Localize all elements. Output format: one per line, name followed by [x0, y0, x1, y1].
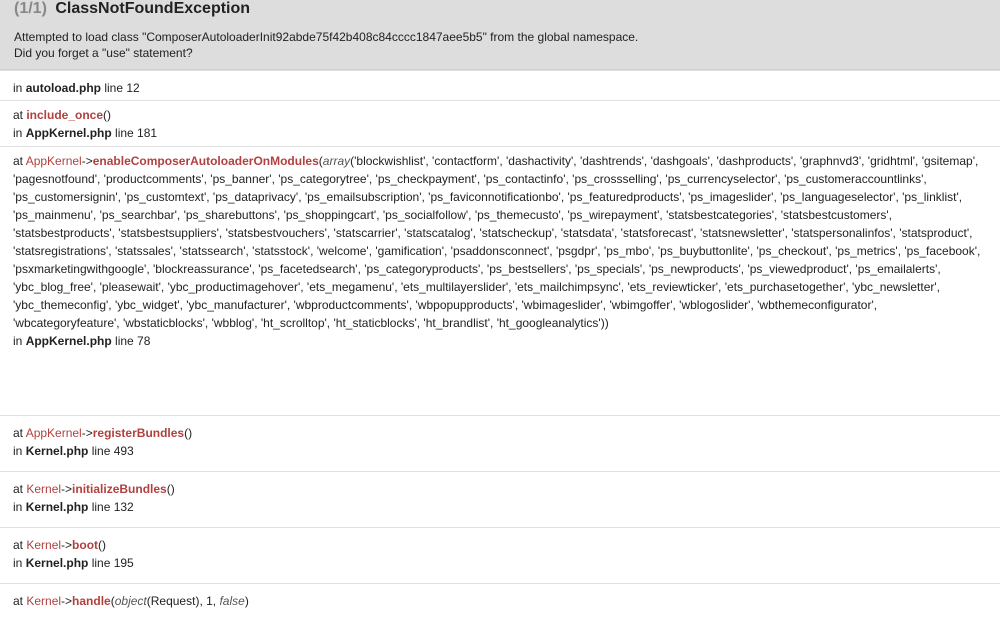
frame-location: in Kernel.php line 132 — [13, 498, 987, 516]
frame-call: at Kernel->boot() — [13, 536, 987, 554]
call-args: () — [184, 426, 193, 440]
location-prefix: in — [13, 81, 26, 95]
object-keyword: object — [114, 594, 147, 608]
trace-frame-2: at include_once() in AppKernel.php line … — [0, 101, 1000, 147]
file-name[interactable]: Kernel.php — [26, 556, 89, 570]
frame-call: at include_once() — [13, 106, 987, 124]
class-name: AppKernel — [25, 154, 82, 168]
arrow: -> — [61, 594, 73, 608]
call-args: () — [103, 108, 112, 122]
arrow: -> — [61, 538, 73, 552]
class-name: AppKernel — [25, 426, 82, 440]
trace-frame-1: in autoload.php line 12 — [0, 70, 1000, 101]
arrow: -> — [81, 154, 93, 168]
class-name: Kernel — [26, 538, 62, 552]
at-prefix: at — [13, 482, 27, 496]
exception-count: (1/1) — [14, 0, 47, 17]
function-name: include_once — [26, 108, 104, 122]
line-number: line 12 — [101, 81, 140, 95]
line-number: line 132 — [88, 500, 134, 514]
frame-call: at Kernel->handle(object(Request), 1, fa… — [13, 592, 987, 610]
at-prefix: at — [13, 108, 27, 122]
arrow: -> — [81, 426, 93, 440]
file-name[interactable]: AppKernel.php — [26, 334, 112, 348]
exception-message-line2: Did you forget a "use" statement? — [14, 46, 193, 60]
trace-frame-7: at Kernel->handle(object(Request), 1, fa… — [0, 584, 1000, 624]
exception-header: (1/1) ClassNotFoundException Attempted t… — [0, 0, 1000, 70]
file-name[interactable]: AppKernel.php — [26, 126, 112, 140]
function-name: enableComposerAutoloaderOnModules — [92, 154, 319, 168]
function-name: registerBundles — [92, 426, 185, 440]
frame-location: in AppKernel.php line 78 — [13, 332, 987, 350]
function-name: handle — [72, 594, 111, 608]
location-prefix: in — [13, 334, 26, 348]
location-prefix: in — [13, 444, 26, 458]
file-name[interactable]: Kernel.php — [26, 500, 89, 514]
function-name: initializeBundles — [72, 482, 167, 496]
exception-message-line1: Attempted to load class "ComposerAutoloa… — [14, 30, 639, 44]
frame-location: in Kernel.php line 195 — [13, 554, 987, 572]
trace-frame-3: at AppKernel->enableComposerAutoloaderOn… — [0, 147, 1000, 416]
at-prefix: at — [13, 154, 26, 168]
call-args: ('blockwishlist', 'contactform', 'dashac… — [13, 154, 981, 330]
location-prefix: in — [13, 556, 26, 570]
class-name: Kernel — [26, 482, 62, 496]
frame-call: at AppKernel->enableComposerAutoloaderOn… — [13, 152, 987, 332]
location-prefix: in — [13, 500, 26, 514]
function-name: boot — [72, 538, 99, 552]
frame-location: in autoload.php line 12 — [13, 79, 987, 97]
trace-frame-6: at Kernel->boot() in Kernel.php line 195 — [0, 528, 1000, 584]
line-number: line 195 — [88, 556, 134, 570]
call-args: () — [166, 482, 175, 496]
call-args: () — [98, 538, 107, 552]
frame-location: in Kernel.php line 493 — [13, 442, 987, 460]
frame-call: at Kernel->initializeBundles() — [13, 480, 987, 498]
at-prefix: at — [13, 538, 27, 552]
line-number: line 181 — [111, 126, 158, 140]
line-number: line 493 — [88, 444, 134, 458]
frame-call: at AppKernel->registerBundles() — [13, 424, 987, 442]
exception-name: ClassNotFoundException — [55, 0, 251, 17]
trace-frame-5: at Kernel->initializeBundles() in Kernel… — [0, 472, 1000, 528]
file-name[interactable]: Kernel.php — [26, 444, 89, 458]
array-keyword: array — [322, 154, 351, 168]
frame-location: in AppKernel.php line 181 — [13, 124, 987, 142]
location-prefix: in — [13, 126, 26, 140]
arrow: -> — [61, 482, 73, 496]
exception-title: (1/1) ClassNotFoundException — [14, 0, 986, 20]
class-name: Kernel — [26, 594, 62, 608]
at-prefix: at — [13, 594, 27, 608]
at-prefix: at — [13, 426, 26, 440]
file-name[interactable]: autoload.php — [26, 81, 101, 95]
line-number: line 78 — [111, 334, 151, 348]
close-paren: ) — [244, 594, 249, 608]
call-args: (Request), 1, — [146, 594, 220, 608]
trace-frame-4: at AppKernel->registerBundles() in Kerne… — [0, 416, 1000, 472]
false-keyword: false — [219, 594, 245, 608]
